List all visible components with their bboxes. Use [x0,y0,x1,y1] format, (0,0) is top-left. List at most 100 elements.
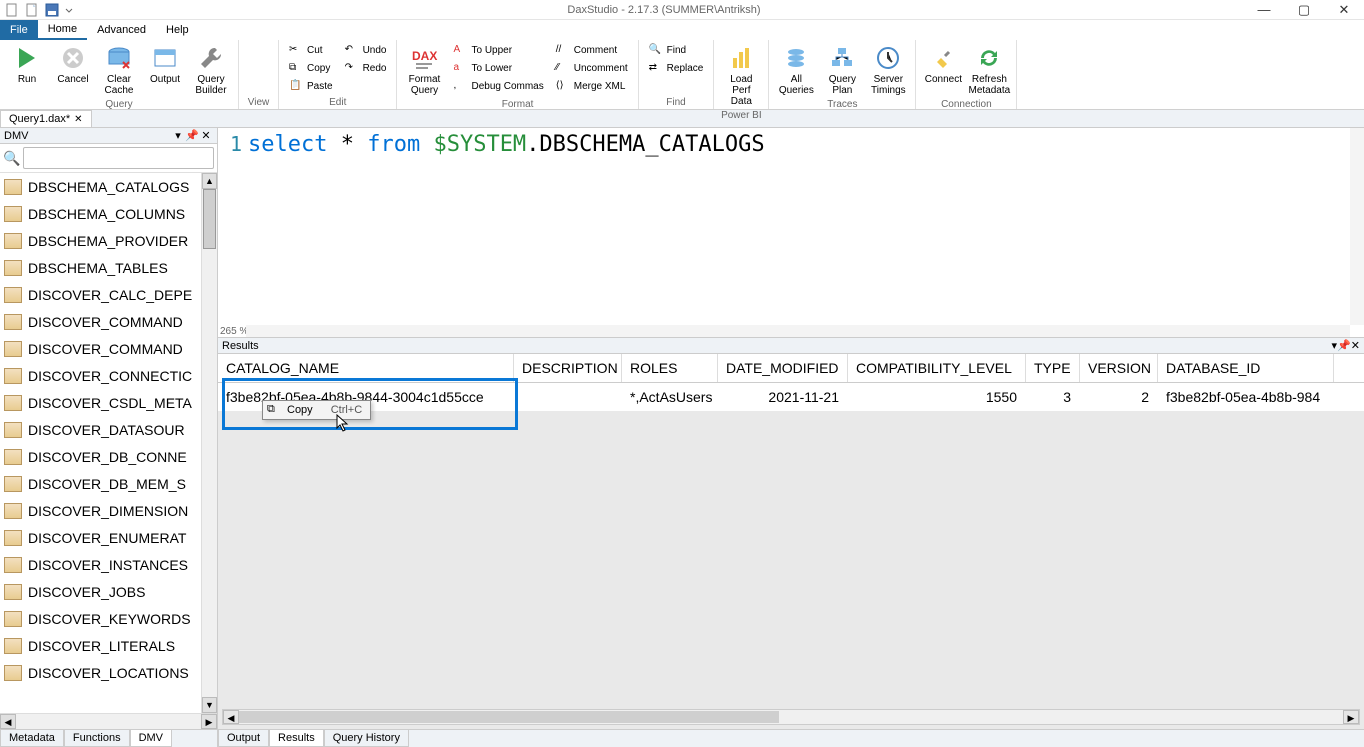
dmv-hscroll[interactable]: ◀ ▶ [0,713,217,729]
scroll-left-icon[interactable]: ◀ [223,710,239,724]
list-item[interactable]: DISCOVER_DATASOUR [0,416,201,443]
list-item[interactable]: DISCOVER_ENUMERAT [0,524,201,551]
table-icon [4,449,22,465]
context-copy[interactable]: ⧉ Copy Ctrl+C [263,401,370,419]
col-database-id[interactable]: DATABASE_ID [1158,354,1334,382]
server-timings-button[interactable]: Server Timings [867,42,909,98]
panel-close-icon[interactable]: ✕ [199,129,213,142]
list-item[interactable]: DBSCHEMA_PROVIDER [0,227,201,254]
new-doc-icon[interactable] [4,2,20,18]
save-icon[interactable] [44,2,60,18]
scroll-thumb[interactable] [239,711,779,723]
list-item[interactable]: DISCOVER_CSDL_META [0,389,201,416]
panel-pin-icon[interactable]: 📌 [185,129,199,142]
list-item[interactable]: DISCOVER_DB_CONNE [0,443,201,470]
scroll-left-icon[interactable]: ◀ [0,714,16,729]
col-compat-level[interactable]: COMPATIBILITY_LEVEL [848,354,1026,382]
code-content[interactable]: select * from $SYSTEM.DBSCHEMA_CATALOGS [248,128,1350,323]
tab-file[interactable]: File [0,20,38,40]
uncomment-button[interactable]: ⁄⁄Uncomment [552,60,632,77]
list-item[interactable]: DISCOVER_KEYWORDS [0,605,201,632]
dmv-scrollbar[interactable]: ▲ ▼ [201,173,217,713]
scroll-right-icon[interactable]: ▶ [1343,710,1359,724]
output-button[interactable]: Output [144,42,186,87]
debug-commas-button[interactable]: ,Debug Commas [449,78,547,95]
tab-advanced[interactable]: Advanced [87,20,156,40]
cancel-button[interactable]: Cancel [52,42,94,87]
undo-button[interactable]: ↶Undo [341,42,391,59]
minimize-button[interactable]: — [1244,0,1284,20]
scroll-up-icon[interactable]: ▲ [202,173,217,189]
editor-hscroll[interactable] [246,325,1350,337]
to-lower-button[interactable]: aTo Lower [449,60,547,77]
doc-tab-query1[interactable]: Query1.dax* ✕ [0,110,92,127]
qat-dropdown-icon[interactable] [64,2,80,18]
replace-button[interactable]: ⇄Replace [645,60,708,77]
scroll-down-icon[interactable]: ▼ [202,697,217,713]
list-item[interactable]: DISCOVER_COMMAND [0,308,201,335]
col-catalog-name[interactable]: CATALOG_NAME [218,354,514,382]
tab-home[interactable]: Home [38,20,87,40]
merge-xml-button[interactable]: ⟨⟩Merge XML [552,78,632,95]
list-item[interactable]: DBSCHEMA_TABLES [0,254,201,281]
tab-output[interactable]: Output [218,730,269,747]
list-item[interactable]: DISCOVER_CONNECTIC [0,362,201,389]
to-upper-button[interactable]: ATo Upper [449,42,547,59]
results-hscroll[interactable]: ◀ ▶ [222,709,1360,725]
close-button[interactable]: ✕ [1324,0,1364,20]
list-item[interactable]: DISCOVER_LITERALS [0,632,201,659]
paste-button[interactable]: 📋Paste [285,78,337,95]
list-item[interactable]: DISCOVER_INSTANCES [0,551,201,578]
list-item[interactable]: DISCOVER_DIMENSION [0,497,201,524]
list-item[interactable]: DBSCHEMA_CATALOGS [0,173,201,200]
list-item[interactable]: DISCOVER_DB_MEM_S [0,470,201,497]
load-perf-button[interactable]: Load Perf Data [720,42,762,109]
query-plan-button[interactable]: Query Plan [821,42,863,98]
list-item[interactable]: DBSCHEMA_COLUMNS [0,200,201,227]
tab-dmv[interactable]: DMV [130,730,172,747]
panel-dropdown-icon[interactable]: ▾ [171,129,185,142]
titlebar: DaxStudio - 2.17.3 (SUMMER\Antriksh) — ▢… [0,0,1364,20]
col-version[interactable]: VERSION [1080,354,1158,382]
editor-vscroll[interactable] [1350,128,1364,325]
col-description[interactable]: DESCRIPTION [514,354,622,382]
redo-button[interactable]: ↷Redo [341,60,391,77]
results-close-icon[interactable]: ✕ [1351,339,1360,352]
col-date-modified[interactable]: DATE_MODIFIED [718,354,848,382]
tab-query-history[interactable]: Query History [324,730,409,747]
list-item[interactable]: DISCOVER_COMMAND [0,335,201,362]
results-pin-icon[interactable]: 📌 [1337,339,1351,352]
ribbon-group-powerbi: Load Perf Data Power BI [714,40,769,109]
code-editor[interactable]: 1 select * from $SYSTEM.DBSCHEMA_CATALOG… [218,128,1364,338]
list-item[interactable]: DISCOVER_CALC_DEPE [0,281,201,308]
list-item-label: DISCOVER_DIMENSION [28,503,188,519]
find-button[interactable]: 🔍Find [645,42,708,59]
table-row[interactable]: f3be82bf-05ea-4b8b-9844-3004c1d55cce *,A… [218,383,1364,411]
scroll-thumb[interactable] [203,189,216,249]
tab-functions[interactable]: Functions [64,730,130,747]
query-builder-button[interactable]: Query Builder [190,42,232,98]
clock-icon [874,44,902,72]
format-query-button[interactable]: DAX Format Query [403,42,445,98]
cursor-icon [336,414,350,432]
clear-cache-button[interactable]: Clear Cache [98,42,140,98]
cut-button[interactable]: ✂Cut [285,42,337,59]
dmv-search-input[interactable] [23,147,214,169]
comment-button[interactable]: //Comment [552,42,632,59]
scroll-right-icon[interactable]: ▶ [201,714,217,729]
list-item[interactable]: DISCOVER_LOCATIONS [0,659,201,686]
maximize-button[interactable]: ▢ [1284,0,1324,20]
refresh-metadata-button[interactable]: Refresh Metadata [968,42,1010,98]
tab-metadata[interactable]: Metadata [0,730,64,747]
new-query-icon[interactable] [24,2,40,18]
list-item[interactable]: DISCOVER_JOBS [0,578,201,605]
run-button[interactable]: Run [6,42,48,87]
tab-results[interactable]: Results [269,730,324,747]
tab-help[interactable]: Help [156,20,199,40]
close-icon[interactable]: ✕ [74,114,82,125]
col-roles[interactable]: ROLES [622,354,718,382]
all-queries-button[interactable]: All Queries [775,42,817,98]
col-type[interactable]: TYPE [1026,354,1080,382]
copy-button[interactable]: ⧉Copy [285,60,337,77]
connect-button[interactable]: Connect [922,42,964,87]
